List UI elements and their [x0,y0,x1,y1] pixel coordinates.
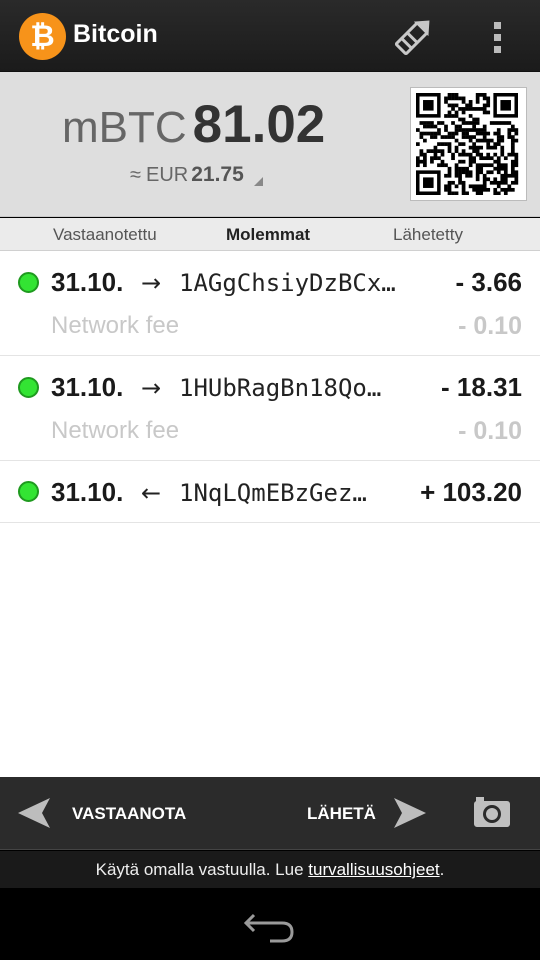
tab-sent[interactable]: Lähetetty [393,225,463,245]
camera-icon [474,797,510,827]
fiat-approx-sign: ≈ [130,164,141,186]
fee-value: - 0.10 [458,417,522,445]
overflow-menu-icon [494,22,501,53]
dropdown-corner-icon [254,177,263,186]
safety-link[interactable]: turvallisuusohjeet [308,860,439,879]
bottom-action-bar: VASTAANOTA LÄHETÄ [0,777,540,850]
transaction-row[interactable]: 31.10. → 1AGgChsiyDzBCx… - 3.66 Network … [0,251,540,356]
tx-date: 31.10. [51,267,124,297]
fee-label: Network fee [51,417,180,444]
tx-value: - 3.66 [455,267,523,297]
status-confirmed-icon [18,377,39,398]
tab-both[interactable]: Molemmat [226,225,310,245]
tx-value: + 103.20 [420,477,522,507]
fee-value: - 0.10 [458,312,522,340]
qr-code-icon [416,93,519,196]
overflow-menu-button[interactable] [482,12,514,62]
disclaimer-suffix: . [439,860,445,879]
receive-button[interactable]: VASTAANOTA [0,777,260,850]
system-nav-bar [0,888,540,960]
balance-header: mBTC 81.02 ≈ EUR 21.75 [0,72,540,217]
status-confirmed-icon [18,481,39,502]
back-button[interactable] [240,905,300,945]
tx-address: 1AGgChsiyDzBCx… [179,269,396,297]
disclaimer: Käytä omalla vastuulla. Lue turvallisuus… [0,851,540,888]
back-icon [243,913,294,943]
fee-label: Network fee [51,312,180,339]
tab-received[interactable]: Vastaanotettu [53,225,157,245]
balance-display[interactable]: mBTC 81.02 [62,94,325,155]
outgoing-arrow-icon: → [141,269,162,297]
incoming-arrow-icon: ← [141,479,162,507]
tx-address: 1HUbRagBn18Qo… [179,374,382,402]
tx-address: 1NqLQmEBzGez… [179,479,367,507]
app-title: Bitcoin [73,20,158,48]
edit-button[interactable] [388,12,438,62]
action-bar: ₿ Bitcoin [0,0,540,72]
bitcoin-logo-icon[interactable]: ₿ [19,13,66,60]
tx-date: 31.10. [51,477,124,507]
fiat-balance[interactable]: ≈ EUR 21.75 [130,163,244,187]
tx-date: 31.10. [51,372,124,402]
disclaimer-text: Käytä omalla vastuulla. Lue [95,860,309,879]
send-label: LÄHETÄ [307,804,376,823]
transaction-row[interactable]: 31.10. → 1HUbRagBn18Qo… - 18.31 Network … [0,356,540,461]
receive-label: VASTAANOTA [72,804,187,823]
tx-filter-tabs: Vastaanotettu Molemmat Lähetetty [0,218,540,251]
status-confirmed-icon [18,272,39,293]
balance-unit: mBTC [62,103,187,152]
outgoing-arrow-icon: → [141,374,162,402]
transaction-list: 31.10. → 1AGgChsiyDzBCx… - 3.66 Network … [0,251,540,777]
send-button[interactable]: LÄHETÄ [290,777,450,850]
qr-code[interactable] [410,87,527,201]
tx-value: - 18.31 [441,372,522,402]
fiat-currency: EUR [145,164,189,186]
scan-qr-button[interactable] [462,791,522,837]
arrow-left-icon [18,798,50,828]
arrow-right-icon [394,798,426,828]
transaction-row[interactable]: 31.10. ← 1NqLQmEBzGez… + 103.20 [0,461,540,523]
fiat-amount: 21.75 [191,163,244,186]
edit-icon [394,20,430,56]
balance-amount: 81.02 [192,95,326,154]
